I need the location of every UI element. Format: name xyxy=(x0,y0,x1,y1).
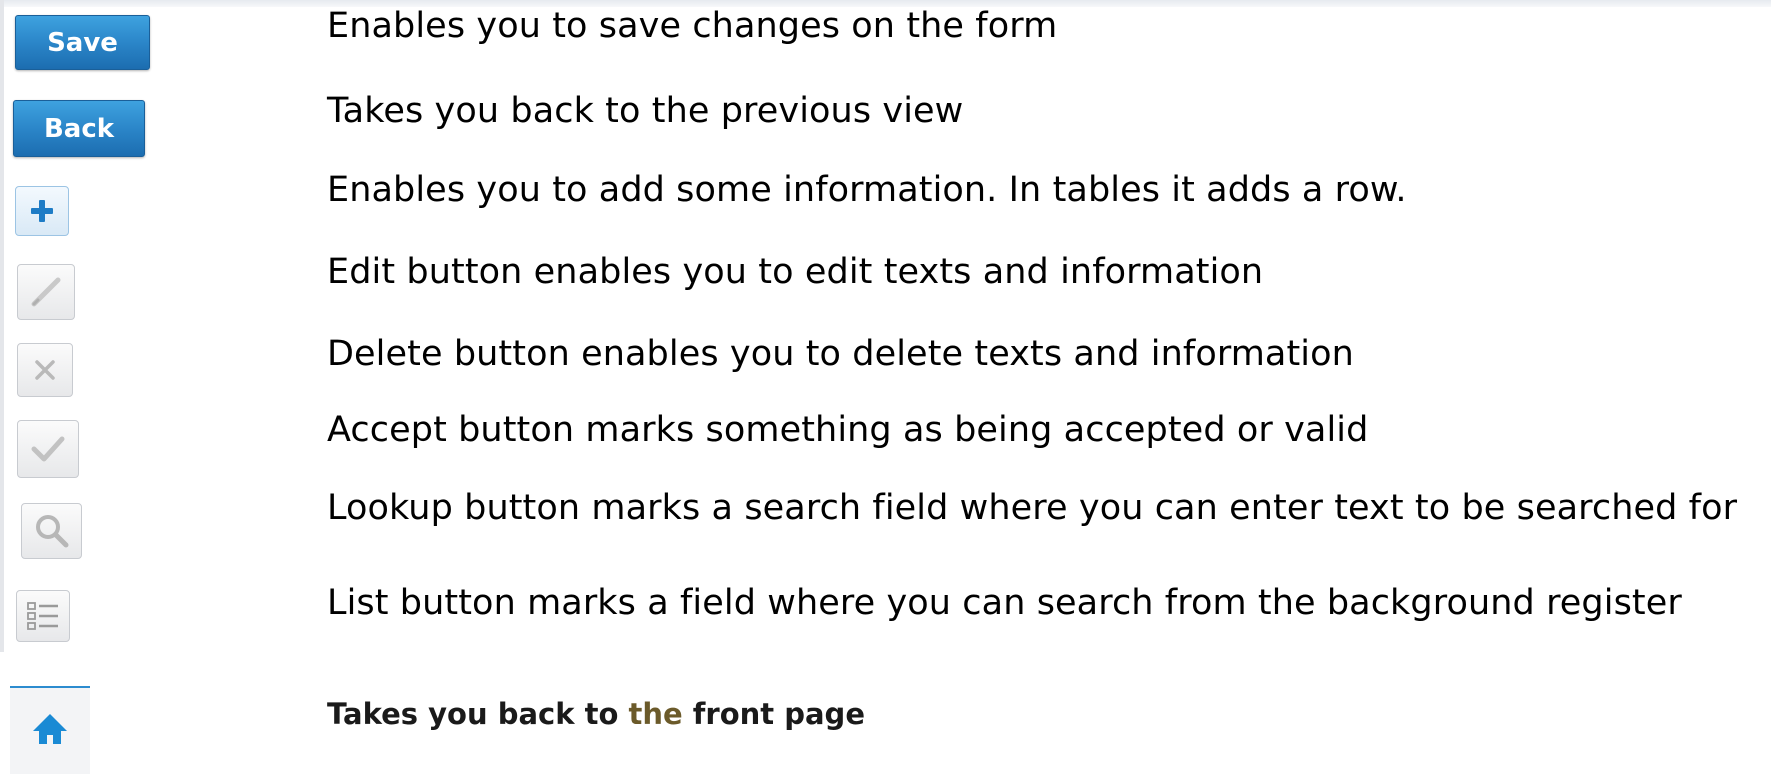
lookup-description: Lookup button marks a search field where… xyxy=(327,488,1738,528)
save-description: Enables you to save changes on the form xyxy=(327,6,1058,46)
add-button[interactable] xyxy=(15,186,69,236)
accept-button[interactable] xyxy=(17,420,79,478)
home-icon xyxy=(30,711,70,751)
back-description: Takes you back to the previous view xyxy=(327,91,964,131)
list-description: List button marks a field where you can … xyxy=(327,583,1682,623)
home-button[interactable] xyxy=(10,686,90,774)
checkmark-icon xyxy=(28,431,68,467)
home-description: Takes you back to the front page xyxy=(327,697,865,731)
delete-description: Delete button enables you to delete text… xyxy=(327,334,1354,374)
home-description-accent: the xyxy=(628,697,683,731)
home-description-part2: front page xyxy=(682,697,865,731)
save-button[interactable]: Save xyxy=(15,15,150,70)
search-icon xyxy=(32,511,72,551)
home-description-part1: Takes you back to xyxy=(327,697,629,731)
left-divider xyxy=(0,0,4,652)
edit-button[interactable] xyxy=(17,264,75,320)
accept-description: Accept button marks something as being a… xyxy=(327,410,1369,450)
plus-icon xyxy=(28,197,56,225)
list-button[interactable] xyxy=(16,590,70,642)
list-icon xyxy=(25,598,61,634)
back-button[interactable]: Back xyxy=(13,100,145,157)
add-description: Enables you to add some information. In … xyxy=(327,170,1407,210)
delete-button[interactable] xyxy=(17,343,73,397)
close-icon xyxy=(30,355,60,385)
edit-description: Edit button enables you to edit texts an… xyxy=(327,252,1264,292)
lookup-button[interactable] xyxy=(21,503,82,559)
pencil-icon xyxy=(26,272,66,312)
